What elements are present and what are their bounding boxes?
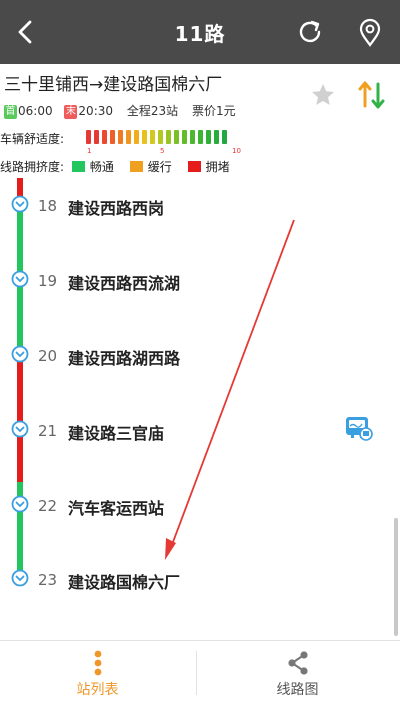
station-item[interactable]: 22 汽车客运西站 — [0, 494, 400, 534]
station-name: 建设西路西流湖 — [68, 274, 181, 293]
comfort-scale-5: 5 — [160, 147, 165, 155]
tab-divider — [196, 651, 197, 695]
refresh-icon[interactable] — [292, 14, 328, 50]
tab-station-list[interactable]: 站列表 — [0, 641, 195, 704]
station-number: 23 — [38, 571, 58, 589]
comfort-segment — [166, 130, 171, 144]
comfort-segment — [150, 130, 155, 144]
tab-route-map[interactable]: 线路图 — [200, 641, 395, 704]
legend-jam: 拥堵 — [205, 160, 230, 174]
comfort-segment — [182, 130, 187, 144]
congestion-label: 线路拥挤度: — [0, 160, 65, 174]
tab-label: 线路图 — [276, 682, 319, 698]
comfort-segment — [102, 130, 107, 144]
station-number: 21 — [38, 422, 58, 440]
station-list[interactable]: 18 建设西路西岗 19 建设西路西流湖 20 建设西路湖西路 21 建设路三官… — [0, 178, 400, 640]
swatch-smooth — [71, 161, 85, 172]
station-dot-icon — [11, 569, 29, 587]
station-number: 20 — [38, 347, 58, 365]
station-name: 汽车客运西站 — [68, 499, 165, 518]
bus-realtime-icon[interactable] — [344, 414, 374, 442]
total-stops: 全程23站 — [126, 104, 179, 118]
station-dot-icon — [11, 420, 29, 438]
station-dot-icon — [11, 270, 29, 288]
share-network-icon — [288, 651, 308, 675]
comfort-scale-10: 10 — [232, 147, 241, 155]
comfort-segment — [110, 130, 115, 144]
first-bus-tag: 首 — [4, 105, 17, 119]
comfort-segment — [118, 130, 123, 144]
comfort-segment — [158, 130, 163, 144]
swap-direction-icon[interactable] — [356, 78, 388, 112]
tab-label: 站列表 — [76, 682, 119, 698]
comfort-segment — [126, 130, 131, 144]
comfort-segment — [198, 130, 203, 144]
comfort-label: 车辆舒适度: — [0, 132, 65, 146]
bottom-tab-bar: 站列表 线路图 — [0, 640, 400, 704]
legend-smooth: 畅通 — [89, 160, 114, 174]
last-bus-tag: 末 — [64, 105, 78, 119]
comfort-legend: 车辆舒适度: 线路拥挤度: 畅通 缓行 拥堵 — [0, 124, 400, 178]
station-item[interactable]: 18 建设西路西岗 — [0, 194, 400, 234]
route-info-panel: 三十里铺西→建设路国棉六厂 首 06:00 末 20:30 全程23站 票价1元 — [0, 64, 400, 124]
comfort-segment — [222, 130, 227, 144]
route-meta: 首 06:00 末 20:30 全程23站 票价1元 — [4, 102, 236, 119]
congestion-legend: 线路拥挤度: 畅通 缓行 拥堵 — [0, 158, 230, 175]
station-name: 建设西路湖西路 — [68, 349, 181, 368]
comfort-segment — [86, 130, 91, 144]
comfort-segment — [174, 130, 179, 144]
station-dot-icon — [11, 195, 29, 213]
swatch-jam — [187, 161, 201, 172]
station-item[interactable]: 20 建设西路湖西路 — [0, 344, 400, 384]
fare: 票价1元 — [191, 104, 236, 118]
station-item[interactable]: 23 建设路国棉六厂 — [0, 568, 400, 608]
last-bus-time: 20:30 — [78, 104, 114, 118]
station-dot-icon — [11, 495, 29, 513]
station-name: 建设西路西岗 — [68, 199, 165, 218]
scrollbar[interactable] — [394, 518, 398, 636]
station-item[interactable]: 19 建设西路西流湖 — [0, 269, 400, 309]
station-item[interactable]: 21 建设路三官庙 — [0, 419, 400, 459]
station-number: 18 — [38, 197, 58, 215]
comfort-segment — [94, 130, 99, 144]
station-dot-icon — [11, 345, 29, 363]
station-number: 22 — [38, 497, 58, 515]
swatch-slow — [129, 161, 143, 172]
comfort-segment — [206, 130, 211, 144]
list-dots-icon — [94, 650, 102, 676]
comfort-segment — [190, 130, 195, 144]
page-title: 11路 — [174, 22, 226, 46]
comfort-scale-1: 1 — [87, 147, 92, 155]
star-icon[interactable] — [310, 82, 336, 108]
comfort-segment — [214, 130, 219, 144]
map-pin-icon[interactable] — [352, 14, 388, 50]
station-name: 建设路三官庙 — [68, 424, 165, 443]
station-number: 19 — [38, 272, 58, 290]
legend-slow: 缓行 — [147, 160, 172, 174]
first-bus-time: 06:00 — [18, 104, 53, 118]
station-name: 建设路国棉六厂 — [68, 573, 181, 592]
route-direction: 三十里铺西→建设路国棉六厂 — [4, 75, 223, 95]
app-header: 11路 — [0, 0, 400, 64]
comfort-segment — [134, 130, 139, 144]
comfort-segment — [142, 130, 147, 144]
